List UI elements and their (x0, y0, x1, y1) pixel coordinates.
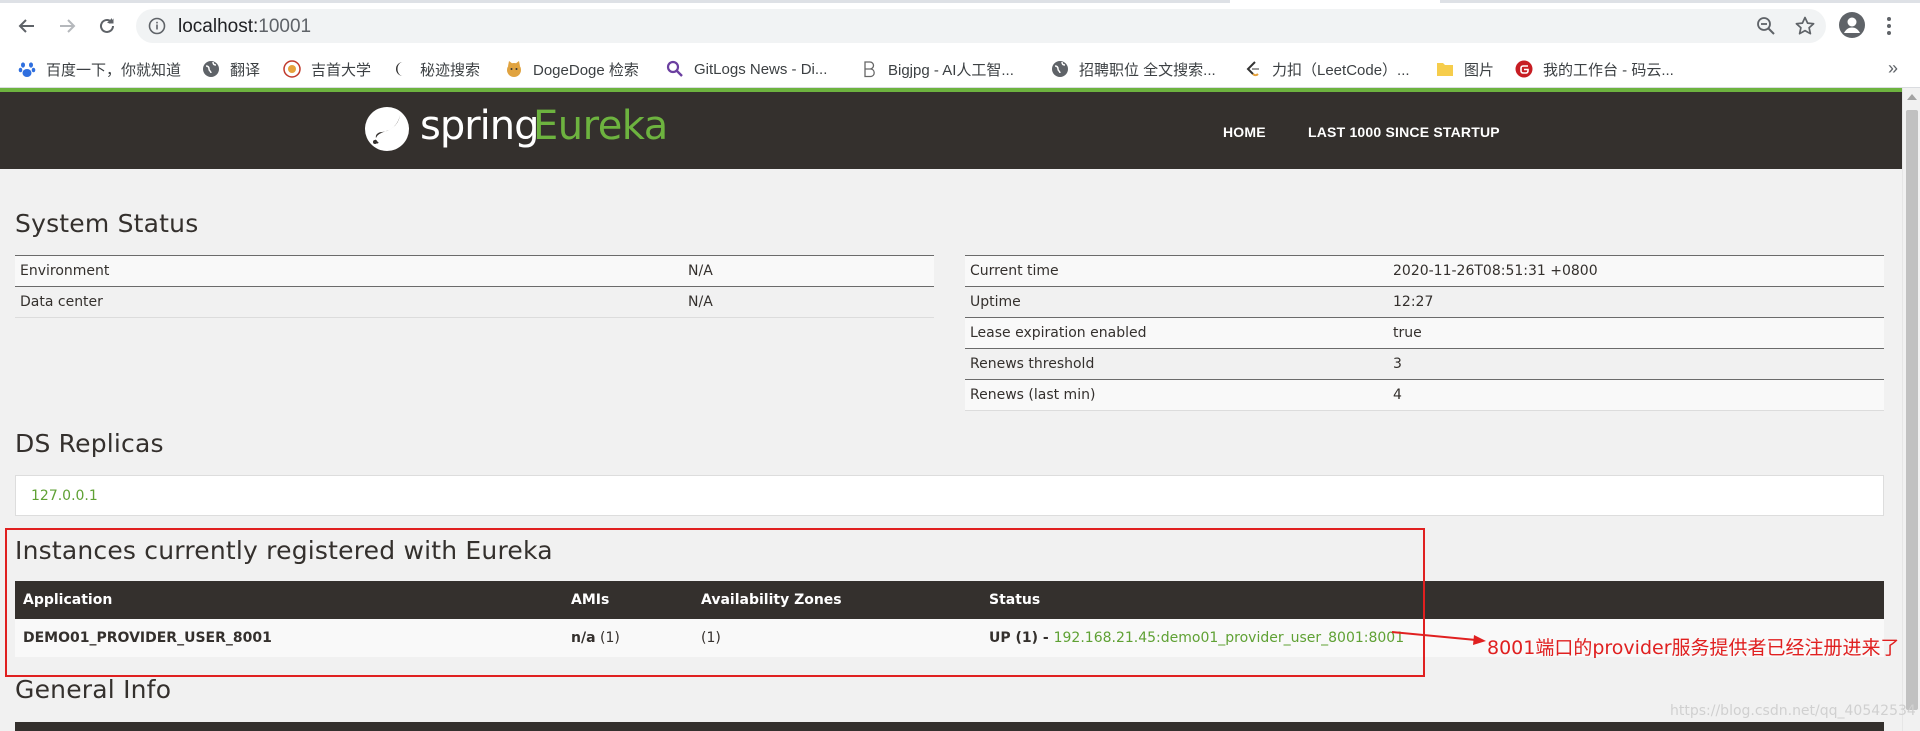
bookmark-label: GitLogs News - Di... (694, 60, 828, 78)
replica-link[interactable]: 127.0.0.1 (31, 488, 98, 504)
bookmark-label: DogeDoge 检索 (533, 61, 639, 79)
bookmark-item[interactable]: 图片 (1436, 56, 1494, 82)
system-status-left-table: Environment N/A Data center N/A (15, 255, 934, 318)
moon-icon (396, 62, 403, 76)
table-row: Environment N/A (15, 255, 934, 287)
bookmark-item[interactable]: DogeDoge 检索 (505, 56, 639, 82)
nav-home-link[interactable]: HOME (1223, 124, 1266, 140)
bookmark-star-icon[interactable] (1794, 15, 1816, 37)
ds-replicas-heading: DS Replicas (15, 429, 164, 458)
bookmark-label: 百度一下，你就知道 (46, 61, 182, 79)
leetcode-icon (1246, 61, 1259, 77)
address-bar[interactable]: localhost:10001 (136, 9, 1826, 43)
general-info-table-header (15, 722, 1884, 731)
bookmark-item[interactable]: 招聘职位 全文搜索... (1051, 56, 1216, 82)
watermark-text: https://blog.csdn.net/qq_40542534 (1670, 703, 1916, 719)
bookmark-label: 吉首大学 (311, 61, 372, 79)
bookmark-item[interactable]: 吉首大学 (283, 56, 371, 82)
bookmark-label: Bigjpg - AI人工智... (888, 61, 1014, 79)
system-status-right-table: Current time 2020-11-26T08:51:31 +0800 U… (965, 255, 1884, 411)
status-key: Data center (15, 286, 683, 318)
bookmark-label: 我的工作台 - 码云... (1543, 61, 1674, 79)
nav-last-1000-link[interactable]: LAST 1000 SINCE STARTUP (1308, 124, 1500, 140)
table-row: Current time 2020-11-26T08:51:31 +0800 (965, 255, 1884, 287)
bookmark-label: 招聘职位 全文搜索... (1079, 61, 1216, 79)
bookmark-item[interactable]: 我的工作台 - 码云... (1515, 56, 1674, 82)
annotation-highlight-box (5, 528, 1425, 677)
status-value: true (1388, 317, 1884, 349)
b-icon (864, 61, 875, 78)
logo-spring-text[interactable]: spring (420, 103, 540, 149)
table-row: Data center N/A (15, 286, 934, 318)
table-row: Uptime 12:27 (965, 286, 1884, 318)
folder-icon (1437, 63, 1453, 76)
status-value: 3 (1388, 348, 1884, 380)
forward-icon[interactable] (54, 13, 80, 39)
browser-toolbar: localhost:10001 (0, 0, 1920, 52)
status-key: Environment (15, 255, 683, 287)
paw-icon (18, 62, 36, 77)
status-value: 12:27 (1388, 286, 1884, 318)
reload-icon[interactable] (94, 13, 120, 39)
bookmark-item[interactable]: 秘迹搜索 (392, 56, 480, 82)
page-scrollbar[interactable] (1902, 88, 1920, 731)
bookmarks-bar: 百度一下，你就知道 翻译 吉首大学 秘迹搜索 DogeDoge 检索 GitLo… (0, 52, 1920, 88)
profile-avatar-icon[interactable] (1838, 11, 1866, 39)
info-icon[interactable] (148, 17, 166, 35)
annotation-text: 8001端口的provider服务提供者已经注册进来了 (1487, 637, 1900, 659)
magnifier-icon (666, 60, 683, 77)
logo-eureka-text[interactable]: Eureka (533, 103, 668, 149)
status-value: 4 (1388, 379, 1884, 411)
annotation-arrow-icon (1391, 631, 1486, 645)
status-value: N/A (683, 286, 934, 318)
bookmarks-overflow-button[interactable]: » (1888, 58, 1898, 79)
menu-kebab-icon[interactable] (1882, 13, 1896, 39)
table-row: Lease expiration enabled true (965, 317, 1884, 349)
bookmark-label: 秘迹搜索 (420, 61, 481, 79)
bookmark-label: 力扣（LeetCode）... (1272, 61, 1410, 79)
general-info-heading: General Info (15, 675, 172, 704)
eureka-navbar: spring Eureka HOME LAST 1000 SINCE START… (0, 92, 1902, 169)
bookmark-item[interactable]: Bigjpg - AI人工智... (860, 56, 1014, 82)
spring-leaf-icon[interactable] (364, 106, 410, 152)
globe-icon (1052, 61, 1068, 77)
status-key: Lease expiration enabled (965, 317, 1388, 349)
doge-icon (507, 61, 521, 77)
back-icon[interactable] (14, 13, 40, 39)
url-text[interactable]: localhost:10001 (178, 16, 311, 38)
bookmark-item[interactable]: 力扣（LeetCode）... (1244, 56, 1410, 82)
bookmark-item[interactable]: GitLogs News - Di... (666, 56, 827, 82)
status-key: Renews (last min) (965, 379, 1388, 411)
seal-icon (283, 60, 301, 78)
zoom-out-icon[interactable] (1756, 16, 1776, 36)
bookmark-label: 翻译 (230, 61, 261, 79)
ds-replicas-panel: 127.0.0.1 (15, 475, 1884, 516)
bookmark-label: 图片 (1464, 61, 1495, 79)
tab-strip-edge (0, 0, 1920, 3)
status-value: N/A (683, 255, 934, 287)
gitee-icon (1515, 60, 1533, 78)
globe-icon (203, 61, 219, 77)
scrollbar-thumb[interactable] (1906, 110, 1918, 710)
status-key: Uptime (965, 286, 1388, 318)
status-value: 2020-11-26T08:51:31 +0800 (1388, 255, 1884, 287)
bookmark-item[interactable]: 翻译 (202, 56, 260, 82)
bookmark-item[interactable]: 百度一下，你就知道 (18, 56, 181, 82)
status-key: Current time (965, 255, 1388, 287)
scroll-up-icon[interactable] (1907, 94, 1917, 100)
system-status-heading: System Status (15, 209, 199, 238)
table-row: Renews threshold 3 (965, 348, 1884, 380)
status-key: Renews threshold (965, 348, 1388, 380)
table-row: Renews (last min) 4 (965, 379, 1884, 411)
